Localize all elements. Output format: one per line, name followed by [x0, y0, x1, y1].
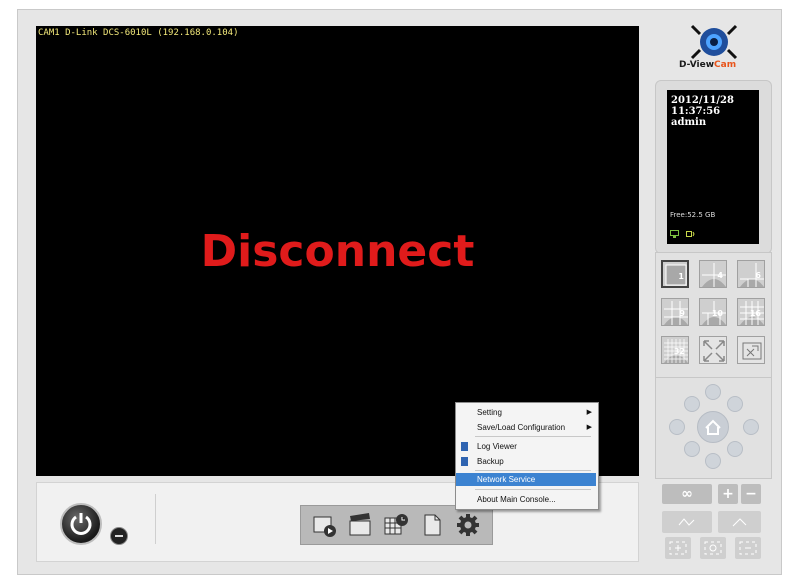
playback-icon [313, 516, 336, 537]
log-icon [461, 442, 468, 451]
ptz-down-left-button[interactable] [684, 441, 700, 457]
menu-item-save-load-configuration[interactable]: Save/Load Configuration ▶ [456, 421, 596, 434]
plus-icon: + [722, 486, 734, 502]
ptz-up-left-button[interactable] [684, 396, 700, 412]
ptz-home-button[interactable] [697, 411, 729, 443]
menu-separator [475, 489, 591, 490]
fullscreen-button[interactable] [699, 336, 727, 364]
layout-6-button[interactable]: 6 [737, 260, 765, 288]
ptz-down-right-button[interactable] [727, 441, 743, 457]
fullscreen-icon [703, 340, 725, 362]
layout-16-button[interactable]: 16 [737, 298, 765, 326]
audio-status-icon [686, 231, 695, 237]
patrol-icon [678, 518, 695, 526]
free-space: Free:52.5 GB [670, 211, 716, 219]
recording-button[interactable] [345, 510, 375, 540]
schedule-button[interactable] [381, 510, 411, 540]
brand-name: D-ViewCam [679, 60, 737, 70]
focus-near-button[interactable] [665, 537, 691, 559]
preset-path-button[interactable] [718, 511, 761, 533]
layout-10-button[interactable]: 10 [699, 298, 727, 326]
layout-32-button[interactable]: 32 [661, 336, 689, 364]
document-icon [424, 514, 441, 536]
zoom-in-button[interactable]: + [718, 484, 738, 504]
settings-button[interactable] [453, 510, 483, 540]
power-button[interactable] [60, 503, 102, 545]
log-button[interactable] [417, 510, 447, 540]
swap-icon [742, 342, 762, 360]
menu-item-setting[interactable]: Setting ▶ [456, 406, 596, 419]
focus-auto-button[interactable] [735, 537, 761, 559]
gear-icon [457, 514, 479, 536]
menu-item-backup[interactable]: Backup [456, 455, 596, 468]
minus-icon: − [745, 486, 757, 502]
zoom-out-button[interactable]: − [741, 484, 761, 504]
schedule-icon [384, 514, 408, 535]
layout-4-button[interactable]: 4 [699, 260, 727, 288]
status-time: 11:37:56 [671, 106, 721, 117]
status-date: 2012/11/28 [671, 95, 734, 106]
menu-item-log-viewer[interactable]: Log Viewer [456, 440, 596, 453]
settings-context-menu: Setting ▶ Save/Load Configuration ▶ Log … [455, 402, 599, 510]
divider [155, 494, 156, 544]
ptz-right-button[interactable] [743, 419, 759, 435]
menu-separator [475, 470, 591, 471]
patrol-button[interactable] [662, 511, 712, 533]
menu-item-network-service[interactable]: Network Service [456, 473, 596, 486]
ptz-up-right-button[interactable] [727, 396, 743, 412]
binocular-button[interactable]: ∞ [662, 484, 712, 504]
submenu-arrow-icon: ▶ [586, 424, 592, 431]
layout-9-button[interactable]: 9 [661, 298, 689, 326]
ptz-up-button[interactable] [705, 384, 721, 400]
focus-far-button[interactable] [700, 537, 726, 559]
minimize-button[interactable] [110, 527, 128, 545]
ptz-left-button[interactable] [669, 419, 685, 435]
backup-icon [461, 457, 468, 466]
camera-title: CAM1 D-Link DCS-6010L (192.168.0.104) [38, 28, 239, 38]
submenu-arrow-icon: ▶ [586, 409, 592, 416]
main-toolbar [300, 505, 493, 545]
home-icon [705, 419, 721, 435]
ptz-down-button[interactable] [705, 453, 721, 469]
swap-view-button[interactable] [737, 336, 765, 364]
menu-separator [475, 436, 591, 437]
focus-far-icon [704, 541, 722, 555]
clapperboard-icon [349, 513, 371, 536]
layout-1-button[interactable]: 1 [661, 260, 689, 288]
menu-item-about-main-console[interactable]: About Main Console... [456, 493, 596, 506]
disconnect-status: Disconnect [200, 226, 475, 277]
path-icon [732, 518, 747, 527]
playback-button[interactable] [309, 510, 339, 540]
focus-near-icon [669, 541, 687, 555]
focus-auto-icon [739, 541, 757, 555]
status-display: 2012/11/28 11:37:56 admin Free:52.5 GB [667, 90, 759, 244]
binocular-icon: ∞ [681, 486, 693, 502]
status-user: admin [671, 117, 707, 128]
monitor-status-icon [670, 230, 679, 238]
power-icon [70, 513, 92, 535]
